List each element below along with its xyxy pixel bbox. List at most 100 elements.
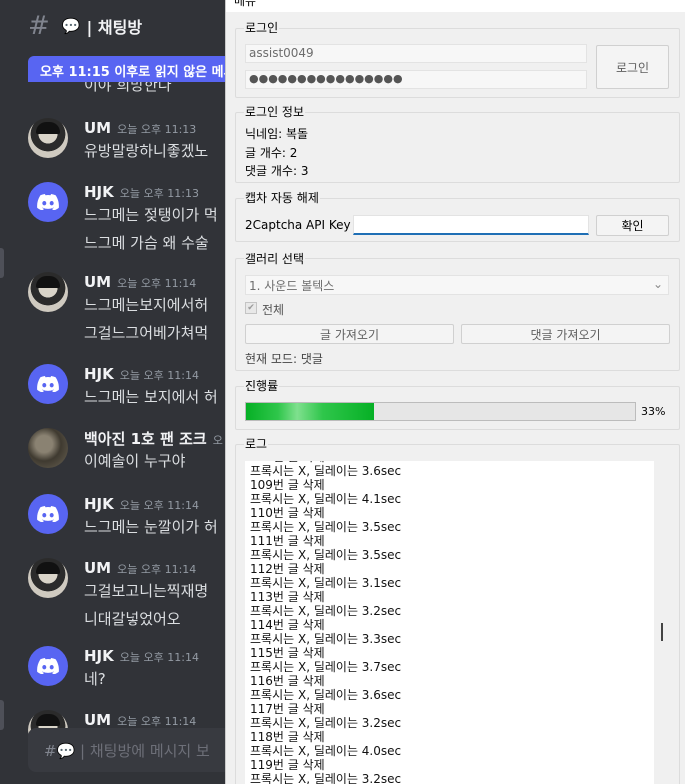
message-timestamp: 오늘 오후 11:14 [117,563,197,576]
fetch-comments-button[interactable]: 댓글 가져오기 [461,324,670,344]
log-line: 119번 글 삭제 [250,758,325,772]
progress-bar [245,402,636,421]
confirm-button[interactable]: 확인 [596,215,669,236]
message-text: 느그메는보지에서허 [84,296,209,314]
message-meta: 백아진 1호 팬 조크 오 [84,428,223,449]
log-line: 프록시는 X, 딜레이는 4.0sec [250,744,402,758]
log-line: 프록시는 X, 딜레이는 3.2sec [250,772,402,784]
all-checkbox[interactable]: ✔ [245,302,257,314]
message-author[interactable]: HJK [84,183,114,201]
message-meta: HJK 오늘 오후 11:13 [84,182,199,201]
log-line: 프록시는 X, 딜레이는 3.7sec [250,660,402,674]
avatar[interactable] [28,118,68,158]
menu-bar: 메뉴 [226,0,685,12]
log-line: 프록시는 X, 딜레이는 3.6sec [250,688,402,702]
fetch-posts-button[interactable]: 글 가져오기 [245,324,454,344]
log-line: 프록시는 X, 딜레이는 3.2sec [250,604,402,618]
message-text: 네? [84,670,106,688]
gallery-select[interactable]: 1. 사운드 볼텍스 ⌄ [245,275,669,295]
guild-edge-indicator [0,248,4,278]
message-text: 니대갈넣었어오 [84,610,181,628]
guild-edge-indicator [0,700,4,730]
gallery-select-value: 1. 사운드 볼텍스 [249,279,335,293]
log-line: 114번 글 삭제 [250,618,325,632]
log-line: 109번 글 삭제 [250,478,325,492]
message-timestamp: 오늘 오후 11:14 [119,651,199,664]
post-count-label: 글 개수: 2 [245,146,298,160]
log-line: 110번 글 삭제 [250,506,325,520]
login-group-title: 로그인 [244,19,280,36]
api-key-field[interactable] [353,215,589,235]
log-line: 프록시는 X, 딜레이는 4.1sec [250,492,402,506]
message-meta: UM 오늘 오후 11:13 [84,118,196,137]
all-checkbox-label: 전체 [262,303,285,317]
log-line: 프록시는 X, 딜레이는 3.5sec [250,520,402,534]
message-text: 유방말랑하니좋겠노 [84,142,209,160]
progress-fill [246,403,375,420]
avatar[interactable] [28,494,68,534]
menu-item[interactable]: 메뉴 [234,0,256,9]
discord-logo-icon [37,194,59,210]
message-meta: HJK 오늘 오후 11:14 [84,364,199,383]
avatar[interactable] [28,558,68,598]
chat-bubble-icon: 💬 [61,17,81,35]
message-timestamp: 오늘 오후 11:14 [119,499,199,512]
discord-logo-icon [37,506,59,522]
message-author[interactable]: UM [84,119,111,137]
progress-percent: 33% [641,405,666,418]
message-timestamp: 오 [212,434,223,447]
log-line: 113번 글 삭제 [250,590,325,604]
hash-icon: # [28,11,50,41]
message-input-placeholder: | 채팅방에 메시지 보 [80,742,210,760]
captcha-group-title: 캡차 자동 해제 [244,189,320,206]
message-text: 그걸느그어베가쳐먹 [84,324,209,342]
channel-title: | 채팅방 [86,18,143,37]
message-meta: HJK 오늘 오후 11:14 [84,646,199,665]
message-text: 느그메 가슴 왜 수술 [84,234,209,252]
log-scrollbar-thumb[interactable] [661,623,663,641]
avatar[interactable] [28,272,68,312]
login-button[interactable]: 로그인 [596,45,669,89]
avatar[interactable] [28,364,68,404]
log-line: 116번 글 삭제 [250,674,325,688]
current-mode-label: 현재 모드: 댓글 [245,352,323,366]
api-key-label: 2Captcha API Key [245,218,351,232]
comment-count-label: 댓글 개수: 3 [245,164,309,178]
log-line: 117번 글 삭제 [250,702,325,716]
message-text: 느그메는 젖탱이가 먹 [84,206,218,224]
password-field[interactable]: ●●●●●●●●●●●●●●●● [245,70,587,89]
message-meta: UM 오늘 오후 11:14 [84,272,196,291]
tool-window: 메뉴 로그인 assist0049 ●●●●●●●●●●●●●●●● 로그인 로… [225,0,685,784]
message-author[interactable]: UM [84,559,111,577]
message-timestamp: 오늘 오후 11:13 [117,123,197,136]
message-author[interactable]: HJK [84,647,114,665]
avatar[interactable] [28,646,68,686]
message-author[interactable]: UM [84,273,111,291]
message-author[interactable]: UM [84,711,111,729]
chevron-down-icon: ⌄ [652,277,663,291]
message-text: 느그메는 눈깔이가 허 [84,518,218,536]
hash-icon: # [44,742,57,760]
avatar[interactable] [28,428,68,468]
log-lines: 108번 글 삭제프록시는 X, 딜레이는 3.6sec109번 글 삭제프록시… [250,461,401,784]
message-text: 그걸보고니는찍재명 [84,582,209,600]
progress-group-title: 진행률 [244,377,280,394]
discord-logo-icon [37,658,59,674]
log-scrollbar[interactable] [654,461,671,784]
check-icon: ✔ [247,303,255,313]
message-timestamp: 오늘 오후 11:14 [117,277,197,290]
message-text: 이예솔이 누구야 [84,452,186,470]
message-timestamp: 오늘 오후 11:14 [117,715,197,728]
log-textbox[interactable]: 108번 글 삭제프록시는 X, 딜레이는 3.6sec109번 글 삭제프록시… [245,461,654,784]
login-info-title: 로그인 정보 [244,103,306,120]
message-author[interactable]: HJK [84,495,114,513]
log-line: 112번 글 삭제 [250,562,325,576]
message-author[interactable]: 백아진 1호 팬 조크 [84,430,207,448]
id-field[interactable]: assist0049 [245,44,587,63]
log-line: 프록시는 X, 딜레이는 3.2sec [250,716,402,730]
message-text: 느그메는 보지에서 허 [84,388,218,406]
message-meta: UM 오늘 오후 11:14 [84,558,196,577]
message-meta: HJK 오늘 오후 11:14 [84,494,199,513]
avatar[interactable] [28,182,68,222]
message-author[interactable]: HJK [84,365,114,383]
